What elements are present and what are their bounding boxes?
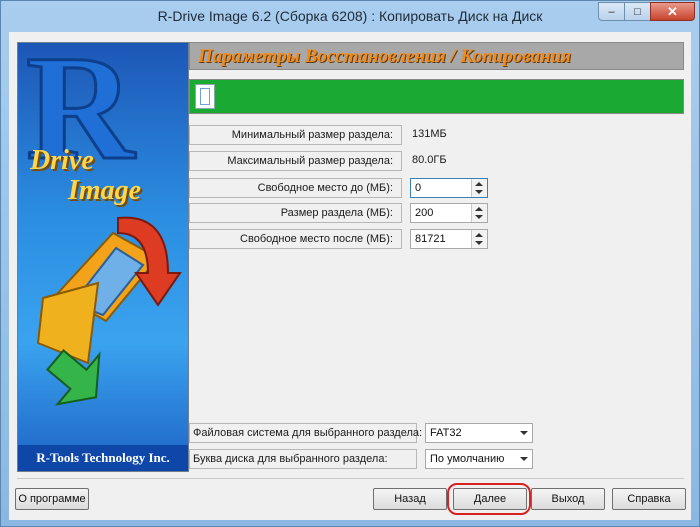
- app-window: R-Drive Image 6.2 (Сборка 6208) : Копиро…: [0, 0, 700, 527]
- step-title: Параметры Восстановления / Копирования: [198, 46, 571, 67]
- step-header: Параметры Восстановления / Копирования: [189, 42, 684, 70]
- about-button[interactable]: О программе: [15, 488, 89, 510]
- partition-size-value: 200: [415, 207, 434, 219]
- max-size-label: Максимальный размер раздела:: [189, 151, 402, 171]
- banner-footer: R-Tools Technology Inc.: [18, 445, 188, 471]
- drive-letter-select[interactable]: По умолчанию: [425, 449, 533, 469]
- next-button-highlight: [447, 483, 531, 515]
- folder-arrow-icon: [36, 216, 182, 406]
- help-button[interactable]: Справка: [612, 488, 686, 510]
- spin-down-icon[interactable]: [475, 241, 483, 245]
- partition-size-spinner[interactable]: [471, 204, 487, 222]
- free-before-spinner[interactable]: [471, 179, 487, 197]
- partition-size-label: Размер раздела (МБ):: [189, 203, 402, 223]
- spin-up-icon[interactable]: [475, 233, 483, 237]
- chevron-down-icon[interactable]: [520, 457, 528, 461]
- window-title: R-Drive Image 6.2 (Сборка 6208) : Копиро…: [157, 8, 543, 24]
- minimize-button[interactable]: ‒: [598, 2, 625, 21]
- footer-divider: [17, 478, 684, 479]
- filesystem-value: FAT32: [430, 427, 462, 439]
- min-size-value: 131МБ: [412, 128, 447, 140]
- spin-down-icon[interactable]: [475, 215, 483, 219]
- min-size-label: Минимальный размер раздела:: [189, 125, 402, 145]
- partition-icon: [195, 84, 215, 109]
- product-banner: R Drive Image R-Tools Technology Inc.: [17, 42, 189, 472]
- free-before-value: 0: [415, 182, 422, 194]
- free-after-label: Свободное место после (МБ):: [189, 229, 402, 249]
- filesystem-label: Файловая система для выбранного раздела:: [189, 423, 422, 443]
- banner-art: R: [25, 43, 182, 406]
- free-before-label: Свободное место до (МБ):: [189, 178, 402, 198]
- dialog-body: R Drive Image R-Tools Technology Inc. Па…: [9, 32, 691, 520]
- free-before-input[interactable]: 0: [410, 178, 488, 198]
- spin-up-icon[interactable]: [475, 182, 483, 186]
- title-bar[interactable]: R-Drive Image 6.2 (Сборка 6208) : Копиро…: [1, 1, 699, 31]
- free-after-input[interactable]: 81721: [410, 229, 488, 249]
- drive-letter-label: Буква диска для выбранного раздела:: [189, 449, 417, 469]
- exit-button[interactable]: Выход: [531, 488, 605, 510]
- drive-letter-value: По умолчанию: [430, 453, 505, 465]
- maximize-button[interactable]: □: [624, 2, 651, 21]
- banner-image-text: Image: [68, 175, 142, 206]
- spin-down-icon[interactable]: [475, 190, 483, 194]
- chevron-down-icon[interactable]: [520, 431, 528, 435]
- back-button[interactable]: Назад: [373, 488, 447, 510]
- filesystem-select[interactable]: FAT32: [425, 423, 533, 443]
- partition-size-input[interactable]: 200: [410, 203, 488, 223]
- close-button[interactable]: ✕: [650, 2, 695, 21]
- free-after-value: 81721: [415, 233, 446, 245]
- banner-drive-text: Drive: [30, 145, 94, 176]
- max-size-value: 80.0ГБ: [412, 154, 447, 166]
- partition-map-bar[interactable]: [189, 79, 684, 114]
- free-after-spinner[interactable]: [471, 230, 487, 248]
- spin-up-icon[interactable]: [475, 207, 483, 211]
